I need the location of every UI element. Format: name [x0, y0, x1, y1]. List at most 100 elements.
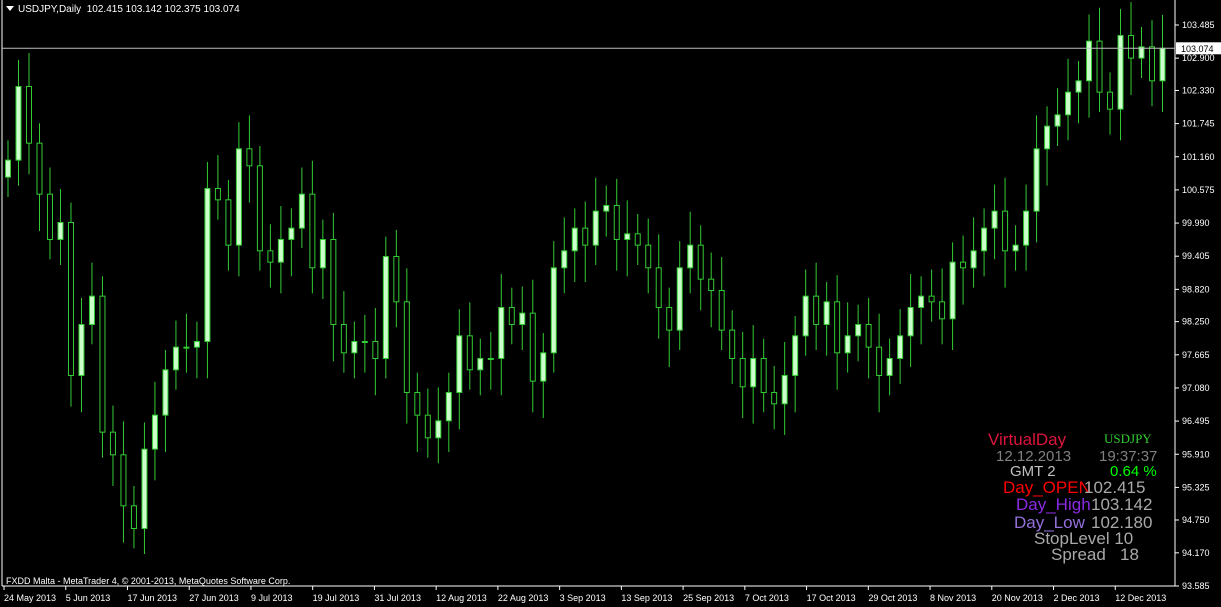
- day-open-label: Day_OPEN: [1003, 478, 1091, 497]
- current-price-label: 103.074: [1181, 44, 1214, 54]
- candle-body: [739, 357, 746, 388]
- y-tick-label: 94.170: [1182, 548, 1210, 558]
- y-tick-label: 94.750: [1182, 515, 1210, 525]
- candle-body: [5, 159, 11, 178]
- candle-body: [162, 369, 169, 416]
- candle-body: [834, 301, 841, 354]
- candle-body: [351, 340, 358, 354]
- y-tick-label: 103.485: [1182, 20, 1215, 30]
- candle-body: [1117, 34, 1124, 110]
- candle-body: [802, 295, 809, 337]
- candle-body: [582, 227, 589, 246]
- x-tick-label: 17 Jun 2013: [127, 593, 177, 603]
- candle-body: [1023, 210, 1030, 246]
- candle-body: [204, 187, 211, 342]
- candle-body: [15, 85, 22, 161]
- y-tick-label: 96.495: [1182, 416, 1210, 426]
- candle-body: [183, 346, 190, 349]
- candle-body: [991, 210, 998, 229]
- y-tick-label: 101.160: [1182, 152, 1215, 162]
- candle-body: [1012, 244, 1019, 252]
- y-tick-label: 97.080: [1182, 383, 1210, 393]
- candle-body: [918, 295, 925, 308]
- candle-body: [435, 420, 442, 439]
- candle-body: [508, 306, 515, 325]
- candle-body: [193, 340, 200, 348]
- candle-body: [141, 448, 148, 529]
- candle-body: [613, 204, 620, 240]
- candle-body: [813, 295, 820, 325]
- candle-body: [382, 255, 389, 359]
- x-tick-label: 2 Dec 2013: [1054, 593, 1100, 603]
- candle-body: [456, 335, 463, 393]
- candle-body: [309, 193, 316, 269]
- candle-body: [109, 431, 116, 456]
- candle-body: [603, 204, 610, 212]
- candle-body: [1086, 40, 1093, 82]
- candle-body: [298, 193, 305, 229]
- candle-body: [25, 85, 32, 144]
- candle-body: [886, 357, 893, 376]
- candle-body: [466, 335, 473, 371]
- dropdown-triangle-icon[interactable]: [6, 6, 14, 11]
- candle-body: [781, 374, 788, 405]
- candle-body: [750, 357, 757, 388]
- candle-body: [330, 238, 337, 325]
- candle-body: [267, 250, 274, 263]
- indicator-gmt: GMT 2: [1010, 463, 1056, 480]
- candles-layer: [5, 2, 1166, 554]
- candle-body: [36, 142, 43, 195]
- candle-body: [666, 306, 673, 331]
- candle-body: [235, 148, 242, 246]
- x-tick-label: 12 Aug 2013: [436, 593, 487, 603]
- candle-body: [1033, 148, 1040, 212]
- candle-body: [487, 357, 494, 360]
- candle-body: [687, 244, 694, 269]
- candle-body: [424, 414, 431, 439]
- x-tick-label: 17 Oct 2013: [807, 593, 856, 603]
- day-open-value: 102.415: [1084, 478, 1146, 497]
- x-tick-label: 22 Aug 2013: [498, 593, 549, 603]
- candle-body: [729, 329, 736, 359]
- candle-body: [949, 261, 956, 320]
- y-tick-label: 102.330: [1182, 85, 1215, 95]
- candle-body: [99, 295, 106, 433]
- chart-header: USDJPY,Daily 102.415 103.142 102.375 103…: [6, 4, 240, 15]
- candle-body: [655, 267, 662, 308]
- candle-body: [897, 335, 904, 359]
- x-tick-label: 25 Sep 2013: [683, 593, 734, 603]
- candle-body: [1075, 80, 1082, 93]
- day-high-value: 103.142: [1091, 495, 1153, 514]
- candle-body: [634, 233, 641, 246]
- candle-body: [697, 244, 704, 280]
- candle-body: [928, 295, 935, 303]
- x-tick-label: 29 Oct 2013: [868, 593, 917, 603]
- candle-body: [1107, 91, 1114, 110]
- candle-body: [414, 391, 421, 416]
- candle-body: [1149, 46, 1156, 82]
- candle-body: [256, 165, 263, 252]
- candle-body: [592, 210, 599, 246]
- x-tick-label: 12 Dec 2013: [1115, 593, 1166, 603]
- candle-body: [571, 227, 578, 252]
- x-tick-label: 5 Jun 2013: [66, 593, 111, 603]
- candle-body: [1096, 40, 1103, 93]
- copyright-text: FXDD Malta - MetaTrader 4, © 2001-2013, …: [6, 576, 291, 586]
- y-tick-label: 98.250: [1182, 317, 1210, 327]
- candle-body: [151, 414, 158, 450]
- day-high-label: Day_High: [1016, 495, 1091, 514]
- candle-body: [540, 352, 547, 382]
- candle-body: [855, 323, 862, 337]
- x-tick-label: 24 May 2013: [4, 593, 56, 603]
- x-tick-label: 20 Nov 2013: [992, 593, 1043, 603]
- y-tick-label: 99.990: [1182, 218, 1210, 228]
- x-tick-label: 19 Jul 2013: [313, 593, 360, 603]
- candle-body: [57, 221, 64, 240]
- candle-body: [1054, 114, 1061, 127]
- candle-body: [939, 301, 946, 320]
- candle-body: [403, 301, 410, 393]
- candle-body: [372, 340, 379, 359]
- candle-body: [46, 193, 53, 240]
- candle-body: [844, 335, 851, 354]
- candle-body: [319, 238, 326, 269]
